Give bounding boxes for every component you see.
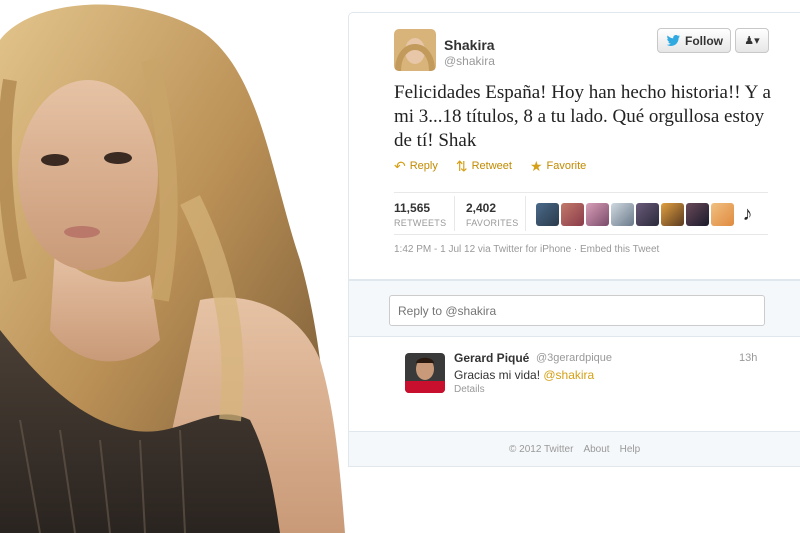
help-link[interactable]: Help bbox=[620, 444, 641, 455]
favoriter-avatar[interactable] bbox=[686, 203, 709, 226]
follow-label: Follow bbox=[685, 33, 723, 48]
reply-label: Reply bbox=[409, 160, 438, 172]
user-actions-button[interactable]: ♟▾ bbox=[735, 28, 769, 53]
user-dropdown-icon: ♟▾ bbox=[744, 35, 760, 47]
portrait-photo bbox=[0, 0, 350, 533]
divider bbox=[394, 192, 768, 193]
author-handle[interactable]: @shakira bbox=[444, 54, 495, 68]
reply-icon: ↶ bbox=[394, 157, 406, 174]
favoriter-avatars: ♪ bbox=[536, 203, 759, 226]
stat-divider bbox=[525, 196, 526, 231]
favorite-action[interactable]: ★ Favorite bbox=[529, 157, 587, 174]
retweet-label: Retweet bbox=[471, 160, 512, 172]
reply-author-handle[interactable]: @3gerardpique bbox=[536, 352, 612, 364]
favorite-label: Favorite bbox=[546, 160, 587, 172]
retweet-action[interactable]: ⇅ Retweet bbox=[455, 157, 512, 174]
reply-input[interactable] bbox=[389, 295, 765, 326]
retweets-count: 11,565 bbox=[394, 201, 431, 215]
favorites-count: 2,402 bbox=[466, 201, 497, 215]
about-link[interactable]: About bbox=[583, 444, 609, 455]
favoriter-avatar[interactable] bbox=[536, 203, 559, 226]
reply-action[interactable]: ↶ Reply bbox=[394, 157, 438, 174]
favoriter-avatar[interactable] bbox=[586, 203, 609, 226]
twitter-bird-icon bbox=[666, 34, 680, 46]
stat-divider bbox=[454, 196, 455, 231]
favoriter-avatar[interactable] bbox=[561, 203, 584, 226]
retweet-icon: ⇅ bbox=[455, 157, 468, 174]
copyright-text: © 2012 Twitter bbox=[509, 444, 574, 455]
reply-body: Gracias mi vida! bbox=[454, 368, 544, 382]
favoriter-avatar[interactable] bbox=[711, 203, 734, 226]
tweet-text: Felicidades España! Hoy han hecho histor… bbox=[394, 82, 771, 151]
retweets-stat[interactable]: 11,565 RETWEETS bbox=[394, 201, 446, 228]
tweet-timestamp[interactable]: 1:42 PM - 1 Jul 12 via Twitter for iPhon… bbox=[394, 244, 659, 255]
star-icon: ★ bbox=[529, 157, 543, 174]
favoriter-avatar[interactable] bbox=[661, 203, 684, 226]
reply-details-link[interactable]: Details bbox=[454, 384, 485, 395]
reply-time[interactable]: 13h bbox=[739, 352, 757, 364]
reply-text: Gracias mi vida! @shakira bbox=[454, 368, 594, 382]
tweet-card: Shakira @shakira Follow ♟▾ Felicidades E… bbox=[348, 12, 800, 280]
retweets-label: RETWEETS bbox=[394, 218, 447, 228]
follow-button[interactable]: Follow bbox=[657, 28, 731, 53]
divider bbox=[394, 234, 768, 235]
reply-mention-link[interactable]: @shakira bbox=[543, 368, 594, 382]
tweet-actions: ↶ Reply ⇅ Retweet ★ Favorite bbox=[394, 157, 587, 174]
footer: © 2012 Twitter About Help bbox=[509, 444, 640, 455]
reply-author-avatar[interactable] bbox=[405, 353, 445, 393]
music-note-icon[interactable]: ♪ bbox=[736, 203, 759, 226]
footer-section: © 2012 Twitter About Help bbox=[348, 431, 800, 467]
favorites-label: FAVORITES bbox=[466, 218, 519, 228]
reply-section bbox=[348, 280, 800, 336]
author-name[interactable]: Shakira bbox=[444, 37, 495, 53]
favoriter-avatar[interactable] bbox=[636, 203, 659, 226]
favorites-stat[interactable]: 2,402 FAVORITES bbox=[466, 201, 519, 228]
favoriter-avatar[interactable] bbox=[611, 203, 634, 226]
reply-tweet[interactable]: Gerard Piqué @3gerardpique 13h Gracias m… bbox=[348, 336, 800, 431]
author-avatar[interactable] bbox=[394, 29, 436, 71]
reply-author-name[interactable]: Gerard Piqué bbox=[454, 351, 529, 365]
